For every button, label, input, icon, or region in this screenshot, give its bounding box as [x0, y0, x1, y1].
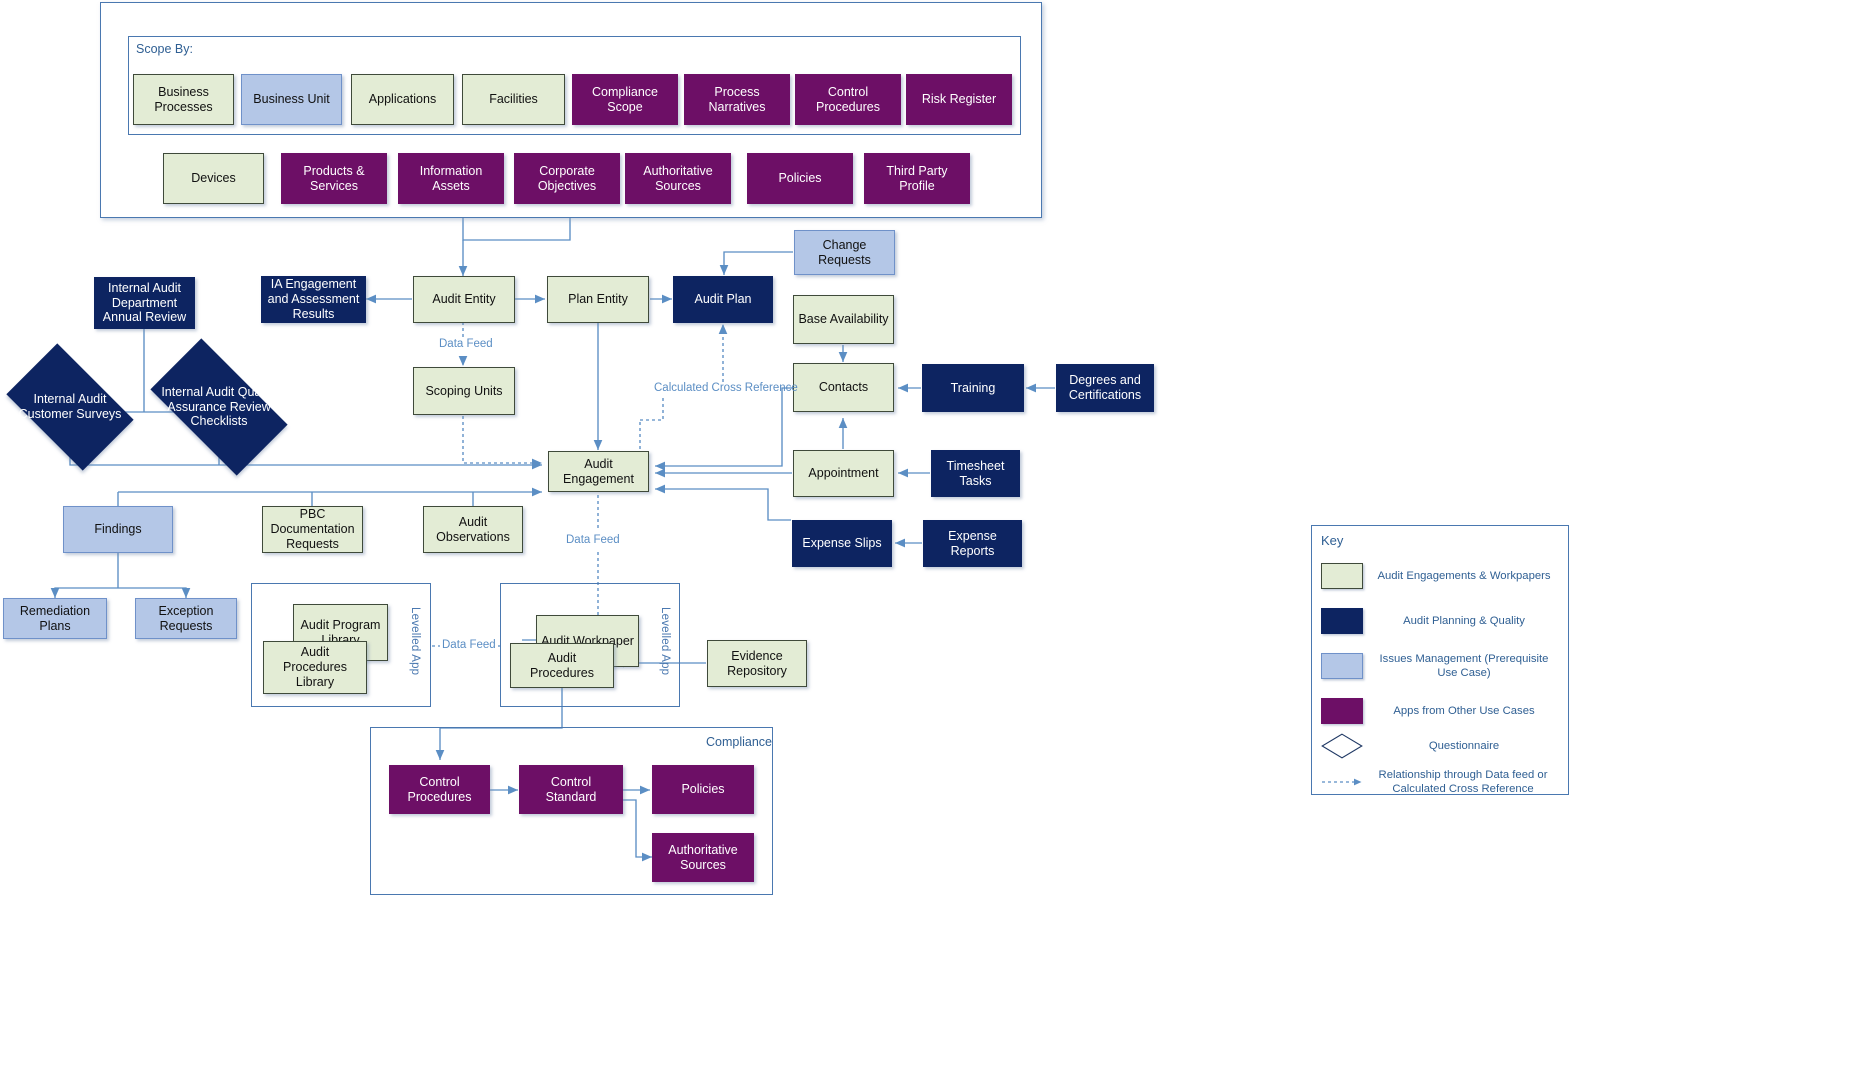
node-evidence-repository[interactable]: Evidence Repository [707, 640, 807, 687]
node-audit-observations[interactable]: Audit Observations [423, 506, 523, 553]
diamond-label: Internal Audit Customer Surveys [18, 392, 122, 421]
key-label-issues: Issues Management (Prerequisite Use Case… [1379, 653, 1549, 680]
edge-label-data-feed-1: Data Feed [437, 338, 495, 352]
node-audit-plan[interactable]: Audit Plan [673, 276, 773, 323]
scope-chip-applications[interactable]: Applications [351, 74, 454, 125]
key-row-planning: Audit Planning & Quality [1321, 608, 1553, 634]
scope-chip-business-unit[interactable]: Business Unit [241, 74, 342, 125]
levelled-app-label-left: Levelled App [409, 607, 421, 676]
scope-chip-policies[interactable]: Policies [747, 153, 853, 204]
questionnaire-diamond-icon [1321, 733, 1363, 759]
scope-chip-third-party-profile[interactable]: Third Party Profile [864, 153, 970, 204]
node-internal-audit-customer-surveys[interactable]: Internal Audit Customer Surveys [6, 343, 134, 471]
node-policies-compliance[interactable]: Policies [652, 765, 754, 814]
diamond-label: Internal Audit Quality Assurance Review … [161, 384, 277, 429]
scope-chip-process-narratives[interactable]: Process Narratives [684, 74, 790, 125]
key-row-questionnaire: Questionnaire [1321, 733, 1553, 759]
key-swatch-green [1321, 563, 1363, 589]
node-timesheet-tasks[interactable]: Timesheet Tasks [931, 450, 1020, 497]
node-plan-entity[interactable]: Plan Entity [547, 276, 649, 323]
key-row-relationship: Relationship through Data feed or Calcul… [1321, 768, 1551, 796]
node-audit-procedures-library[interactable]: Audit Procedures Library [263, 641, 367, 694]
node-change-requests[interactable]: Change Requests [794, 230, 895, 275]
scope-chip-corporate-objectives[interactable]: Corporate Objectives [514, 153, 620, 204]
edge-label-data-feed-2: Data Feed [564, 534, 622, 548]
scope-chip-business-processes[interactable]: Business Processes [133, 74, 234, 125]
node-scoping-units[interactable]: Scoping Units [413, 367, 515, 415]
key-label-other-apps: Apps from Other Use Cases [1393, 704, 1535, 717]
edge-label-calculated-cross-reference: Calculated Cross Reference [652, 382, 798, 396]
node-expense-slips[interactable]: Expense Slips [792, 520, 892, 567]
scope-chip-information-assets[interactable]: Information Assets [398, 153, 504, 204]
key-title: Key [1321, 533, 1344, 548]
key-row-other-apps: Apps from Other Use Cases [1321, 698, 1553, 724]
node-contacts[interactable]: Contacts [793, 363, 894, 412]
node-audit-procedures[interactable]: Audit Procedures [510, 643, 614, 688]
node-findings[interactable]: Findings [63, 506, 173, 553]
edge-label-data-feed-3: Data Feed [440, 639, 498, 653]
key-panel: Key Audit Engagements & Workpapers Audit… [1311, 525, 1569, 795]
node-control-standard[interactable]: Control Standard [519, 765, 623, 814]
diagram-canvas: Scope By: Business Processes Business Un… [0, 0, 1859, 1070]
node-appointment[interactable]: Appointment [793, 450, 894, 497]
node-training[interactable]: Training [922, 364, 1024, 412]
key-swatch-purple [1321, 698, 1363, 724]
node-remediation-plans[interactable]: Remediation Plans [3, 598, 107, 639]
node-authoritative-sources-compliance[interactable]: Authoritative Sources [652, 833, 754, 882]
scope-chip-products-services[interactable]: Products & Services [281, 153, 387, 204]
scope-chip-risk-register[interactable]: Risk Register [906, 74, 1012, 125]
node-degrees-and-certifications[interactable]: Degrees and Certifications [1056, 364, 1154, 412]
dotted-arrow-icon [1321, 769, 1363, 795]
node-expense-reports[interactable]: Expense Reports [923, 520, 1022, 567]
node-audit-engagement[interactable]: Audit Engagement [548, 451, 649, 492]
node-pbc-documentation-requests[interactable]: PBC Documentation Requests [262, 506, 363, 553]
key-swatch-navy [1321, 608, 1363, 634]
levelled-app-label-right: Levelled App [659, 607, 671, 676]
key-row-issues: Issues Management (Prerequisite Use Case… [1321, 652, 1553, 680]
scope-chip-facilities[interactable]: Facilities [462, 74, 565, 125]
scope-chip-authoritative-sources[interactable]: Authoritative Sources [625, 153, 731, 204]
node-base-availability[interactable]: Base Availability [793, 295, 894, 344]
node-internal-audit-qa-review-checklists[interactable]: Internal Audit Quality Assurance Review … [150, 338, 288, 476]
node-audit-entity[interactable]: Audit Entity [413, 276, 515, 323]
scope-chip-devices[interactable]: Devices [163, 153, 264, 204]
key-row-engagements: Audit Engagements & Workpapers [1321, 563, 1553, 589]
node-ia-engagement-assessment-results[interactable]: IA Engagement and Assessment Results [261, 276, 366, 323]
key-swatch-light-blue [1321, 653, 1363, 680]
key-label-planning: Audit Planning & Quality [1403, 614, 1525, 627]
key-label-engagements: Audit Engagements & Workpapers [1377, 569, 1551, 582]
scope-chip-control-procedures[interactable]: Control Procedures [795, 74, 901, 125]
key-label-relationship: Relationship through Data feed or Calcul… [1378, 769, 1548, 796]
key-label-questionnaire: Questionnaire [1428, 739, 1500, 752]
scope-chip-compliance-scope[interactable]: Compliance Scope [572, 74, 678, 125]
node-control-procedures-compliance[interactable]: Control Procedures [389, 765, 490, 814]
node-exception-requests[interactable]: Exception Requests [135, 598, 237, 639]
node-internal-audit-dept-annual-review[interactable]: Internal Audit Department Annual Review [94, 277, 195, 329]
